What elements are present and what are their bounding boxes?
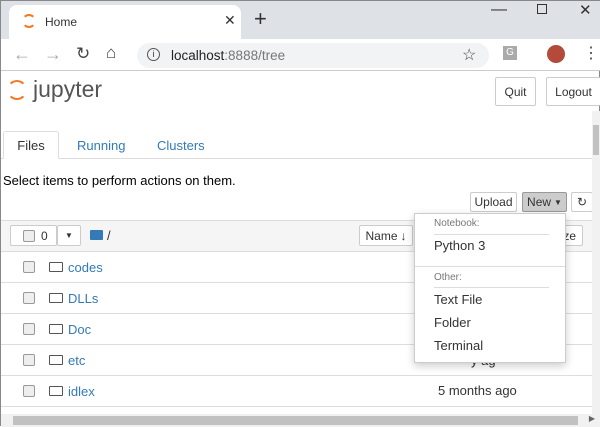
jupyter-favicon xyxy=(22,14,36,28)
file-link[interactable]: DLLs xyxy=(68,291,98,306)
folder-icon xyxy=(49,324,63,334)
tab-running[interactable]: Running xyxy=(77,138,125,153)
home-icon[interactable]: ⌂ xyxy=(106,43,116,63)
folder-icon[interactable] xyxy=(90,230,103,240)
jupyter-logo xyxy=(7,77,27,103)
arrow-down-icon: ↓ xyxy=(400,228,407,243)
row-divider xyxy=(1,406,593,414)
forward-icon[interactable]: → xyxy=(44,44,62,65)
row-checkbox[interactable] xyxy=(23,354,35,366)
close-window-icon[interactable]: ✕ xyxy=(579,1,592,19)
jupyter-logo-text: jupyter xyxy=(33,76,103,102)
refresh-button[interactable]: ↻ xyxy=(571,192,593,212)
file-link[interactable]: idlex xyxy=(68,384,95,399)
menu-folder[interactable]: Folder xyxy=(434,315,471,330)
back-icon[interactable]: ← xyxy=(13,44,31,65)
modified-time: 5 months ago xyxy=(438,383,517,398)
menu-terminal[interactable]: Terminal xyxy=(434,338,483,353)
folder-icon xyxy=(49,355,63,365)
browser-tab[interactable]: Home ✕ xyxy=(9,5,241,39)
menu-python3[interactable]: Python 3 xyxy=(434,238,485,253)
horizontal-scrollbar[interactable]: ▶ xyxy=(1,414,600,427)
caret-down-icon: ▼ xyxy=(554,197,562,207)
address-bar[interactable]: i localhost:8888/tree ☆ xyxy=(137,43,489,68)
tab-label: Files xyxy=(17,138,45,153)
tab-title: Home xyxy=(45,15,78,29)
logout-button[interactable]: Logout xyxy=(546,77,600,106)
quit-button[interactable]: Quit xyxy=(495,77,536,106)
file-row[interactable]: idlex 5 months ago xyxy=(1,375,593,406)
close-tab-icon[interactable]: ✕ xyxy=(224,12,236,29)
row-checkbox[interactable] xyxy=(23,385,35,397)
file-link[interactable]: Doc xyxy=(68,322,91,337)
notebook-header: Notebook: xyxy=(434,218,480,229)
extension-icon[interactable]: G xyxy=(503,46,517,60)
url-text: localhost:8888/tree xyxy=(171,48,286,63)
instructions-text: Select items to perform actions on them. xyxy=(3,173,236,188)
folder-icon xyxy=(49,262,63,272)
bookmark-star-icon[interactable]: ☆ xyxy=(462,45,476,65)
scroll-right-icon[interactable]: ▶ xyxy=(589,414,595,423)
new-tab-icon[interactable]: + xyxy=(254,6,267,32)
profile-avatar[interactable] xyxy=(547,45,565,63)
tab-clusters[interactable]: Clusters xyxy=(157,138,205,153)
other-header: Other: xyxy=(434,272,462,283)
tabs-divider xyxy=(1,158,593,159)
folder-icon xyxy=(49,293,63,303)
minimize-icon[interactable]: — xyxy=(491,1,507,19)
sort-name-button[interactable]: Name ↓ xyxy=(359,225,413,246)
row-checkbox[interactable] xyxy=(23,292,35,304)
breadcrumb-path[interactable]: / xyxy=(107,228,111,243)
menu-text-file[interactable]: Text File xyxy=(434,292,482,307)
refresh-icon: ↻ xyxy=(576,195,588,209)
select-all-checkbox[interactable] xyxy=(23,229,35,242)
folder-icon xyxy=(49,386,63,396)
select-dropdown-button[interactable]: ▼ xyxy=(57,225,81,246)
reload-icon[interactable]: ↻ xyxy=(76,44,90,64)
caret-down-icon: ▼ xyxy=(65,231,73,240)
row-checkbox[interactable] xyxy=(23,261,35,273)
maximize-icon[interactable] xyxy=(537,4,547,14)
menu-dots-icon[interactable]: ⋮ xyxy=(583,43,599,63)
upload-button[interactable]: Upload xyxy=(470,192,517,212)
file-link[interactable]: etc xyxy=(68,353,85,368)
file-link[interactable]: codes xyxy=(68,260,103,275)
new-dropdown-menu: Notebook: Python 3 Other: Text File Fold… xyxy=(414,213,566,363)
vertical-scrollbar[interactable] xyxy=(592,111,600,414)
tab-files[interactable]: Files xyxy=(3,131,59,159)
new-button[interactable]: New ▼ xyxy=(522,192,567,212)
info-icon: i xyxy=(147,48,160,61)
select-all-button[interactable]: 0 xyxy=(10,225,57,246)
row-checkbox[interactable] xyxy=(23,323,35,335)
